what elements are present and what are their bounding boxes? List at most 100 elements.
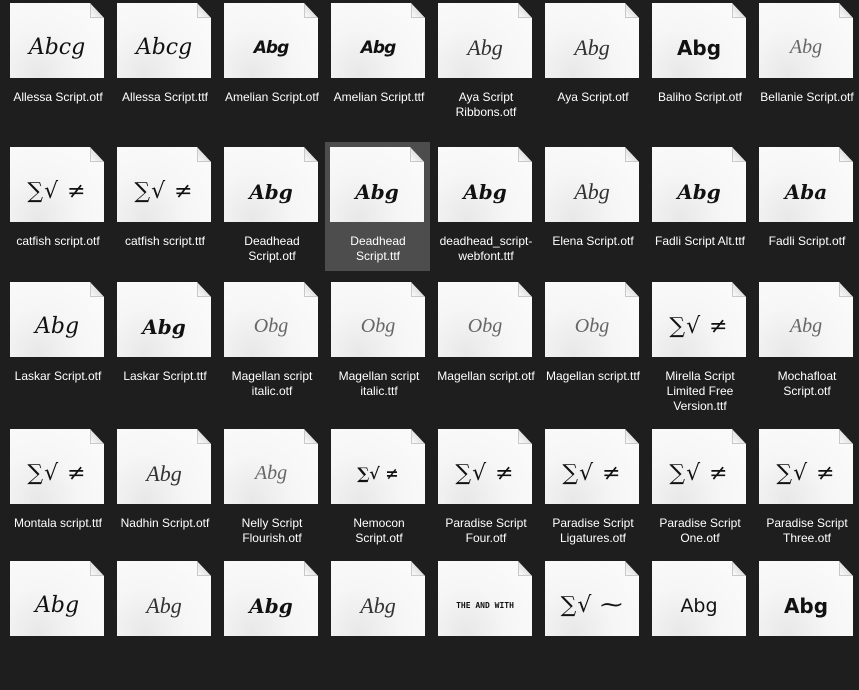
file-item[interactable]: Abcg Allessa Script.ttf bbox=[112, 0, 218, 132]
file-item[interactable]: Obg Magellan script italic.otf bbox=[219, 279, 325, 411]
font-preview: Abg bbox=[34, 593, 80, 618]
file-item[interactable]: ∑√ ≠ Paradise Script One.otf bbox=[647, 426, 753, 558]
font-preview: Abg bbox=[463, 179, 507, 204]
file-item[interactable]: Abg Fadli Script Alt.ttf bbox=[647, 144, 753, 276]
font-preview: Abg bbox=[254, 462, 288, 484]
font-preview: Obg bbox=[574, 315, 610, 337]
file-name-label: Deadhead Script.otf bbox=[244, 234, 300, 263]
font-preview: Aba bbox=[784, 179, 828, 204]
file-name-label: Laskar Script.otf bbox=[14, 369, 102, 383]
file-name-label: Elena Script.otf bbox=[552, 234, 634, 248]
font-preview: Obg bbox=[360, 315, 396, 337]
font-preview: Abg bbox=[146, 592, 182, 618]
font-preview: Abcg bbox=[135, 35, 193, 60]
font-preview: Abg bbox=[360, 592, 396, 618]
font-preview: Abg bbox=[253, 37, 290, 58]
file-item[interactable]: Abg bbox=[112, 558, 218, 690]
file-name-label: Fadli Script.otf bbox=[768, 234, 846, 248]
file-item[interactable]: Abg Nelly Script Flourish.otf bbox=[219, 426, 325, 558]
file-item[interactable]: Abg bbox=[326, 558, 432, 690]
file-name-label: catfish script.otf bbox=[16, 234, 100, 248]
file-name-label: Nadhin Script.otf bbox=[120, 516, 210, 530]
font-preview: ∑√ ≠ bbox=[562, 461, 622, 486]
file-name-label: Amelian Script.ttf bbox=[333, 90, 425, 104]
file-item[interactable]: ∑√ ≠ Paradise Script Ligatures.otf bbox=[540, 426, 646, 558]
file-name-label: Nelly Script Flourish.otf bbox=[241, 516, 303, 545]
file-item[interactable]: Abg deadhead_script-webfont.ttf bbox=[433, 144, 539, 276]
file-item[interactable]: ∑√ ≠ Nemocon Script.otf bbox=[326, 426, 432, 558]
file-item[interactable]: Obg Magellan script.otf bbox=[433, 279, 539, 411]
file-name-label: Deadhead Script.ttf bbox=[350, 234, 406, 263]
file-name-label: Nemocon Script.otf bbox=[353, 516, 405, 545]
file-item[interactable]: ∑√ ≠ Paradise Script Four.otf bbox=[433, 426, 539, 558]
font-preview: Obg bbox=[253, 315, 289, 337]
file-item[interactable]: Abg bbox=[5, 558, 111, 690]
file-name-label: Bellanie Script.otf bbox=[760, 90, 854, 104]
file-item[interactable]: Abg Bellanie Script.otf bbox=[754, 0, 859, 132]
file-item[interactable]: ∑√ ≠ Montala script.ttf bbox=[5, 426, 111, 558]
file-item[interactable]: Abg Laskar Script.otf bbox=[5, 279, 111, 411]
file-grid: Abcg Allessa Script.otf Abcg Allessa Script… bbox=[0, 0, 859, 646]
file-name-label: Magellan script.otf bbox=[437, 369, 535, 383]
font-preview: ∑√ ≠ bbox=[27, 179, 87, 204]
file-name-label: Amelian Script.otf bbox=[224, 90, 320, 104]
file-item[interactable]: Abcg Allessa Script.otf bbox=[5, 0, 111, 132]
font-preview: ∑√ ≠ bbox=[776, 461, 836, 486]
file-name-label: Paradise Script Three.otf bbox=[766, 516, 848, 545]
font-preview: Abg bbox=[249, 179, 293, 204]
file-item[interactable]: Abg Amelian Script.otf bbox=[219, 0, 325, 132]
file-item[interactable]: Abg Nadhin Script.otf bbox=[112, 426, 218, 558]
file-item[interactable]: THE AND WITH bbox=[433, 558, 539, 690]
font-preview: Obg bbox=[467, 315, 503, 337]
file-name-label: Aya Script Ribbons.otf bbox=[455, 90, 517, 119]
font-preview: Abg bbox=[574, 178, 610, 204]
file-name-label: Magellan script italic.ttf bbox=[338, 369, 420, 398]
file-name-label: Aya Script.otf bbox=[557, 90, 629, 104]
file-item[interactable]: Abg Aya Script Ribbons.otf bbox=[433, 0, 539, 132]
file-name-label: Magellan script.ttf bbox=[545, 369, 641, 383]
file-item[interactable]: Abg Deadhead Script.otf bbox=[219, 144, 325, 276]
file-item[interactable]: Obg Magellan script italic.ttf bbox=[326, 279, 432, 411]
font-preview: Abg bbox=[783, 593, 829, 618]
font-preview: Abg bbox=[249, 593, 293, 618]
file-item[interactable]: ∑√ ≠ catfish script.otf bbox=[5, 144, 111, 276]
font-preview: ∑√ ≠ bbox=[455, 461, 515, 486]
font-preview: Abg bbox=[34, 314, 80, 339]
file-item[interactable]: ∑√ ≠ catfish script.ttf bbox=[112, 144, 218, 276]
font-preview: ∑√ ≠ bbox=[357, 464, 399, 483]
font-preview: ∑√ ≠ bbox=[27, 461, 87, 486]
file-item[interactable]: Abg Deadhead Script.ttf bbox=[325, 142, 430, 271]
file-item[interactable]: Abg bbox=[647, 558, 753, 690]
file-item[interactable]: Obg Magellan script.ttf bbox=[540, 279, 646, 411]
font-preview: ∑√ ≠ bbox=[669, 461, 729, 486]
font-preview: Abcg bbox=[28, 35, 86, 60]
file-item[interactable]: Abg Baliho Script.otf bbox=[647, 0, 753, 132]
file-item[interactable]: Aba Fadli Script.otf bbox=[754, 144, 859, 276]
font-preview: Abg bbox=[142, 314, 186, 339]
file-name-label: Paradise Script Ligatures.otf bbox=[552, 516, 634, 545]
font-preview: Abg bbox=[676, 35, 722, 60]
font-preview: Abg bbox=[360, 37, 397, 58]
file-item[interactable]: Abg Mochafloat Script.otf bbox=[754, 279, 859, 411]
file-name-label: Paradise Script One.otf bbox=[659, 516, 741, 545]
file-item[interactable]: ∑√ ≠ Paradise Script Three.otf bbox=[754, 426, 859, 558]
file-item[interactable]: ∑√ ⁓ bbox=[540, 558, 646, 690]
file-name-label: Baliho Script.otf bbox=[657, 90, 743, 104]
file-item[interactable]: Abg Laskar Script.ttf bbox=[112, 279, 218, 411]
file-item[interactable]: ∑√ ≠ Mirella Script Limited Free Version.… bbox=[647, 279, 753, 413]
font-preview: Abg bbox=[789, 315, 823, 337]
file-name-label: Laskar Script.ttf bbox=[123, 369, 207, 383]
file-item[interactable]: Abg bbox=[754, 558, 859, 690]
font-preview: ∑√ ≠ bbox=[669, 314, 729, 339]
file-name-label: deadhead_script-webfont.ttf bbox=[439, 234, 533, 263]
file-name-label: Mochafloat Script.otf bbox=[777, 369, 837, 398]
font-preview: Abg bbox=[677, 179, 721, 204]
font-preview: ∑√ ⁓ bbox=[560, 593, 624, 618]
file-name-label: Fadli Script Alt.ttf bbox=[654, 234, 746, 248]
file-item[interactable]: Abg Amelian Script.ttf bbox=[326, 0, 432, 132]
file-item[interactable]: Abg Elena Script.otf bbox=[540, 144, 646, 276]
font-preview: Abg bbox=[680, 594, 718, 617]
file-item[interactable]: Abg Aya Script.otf bbox=[540, 0, 646, 132]
file-item[interactable]: Abg bbox=[219, 558, 325, 690]
font-preview: THE AND WITH bbox=[456, 601, 514, 610]
